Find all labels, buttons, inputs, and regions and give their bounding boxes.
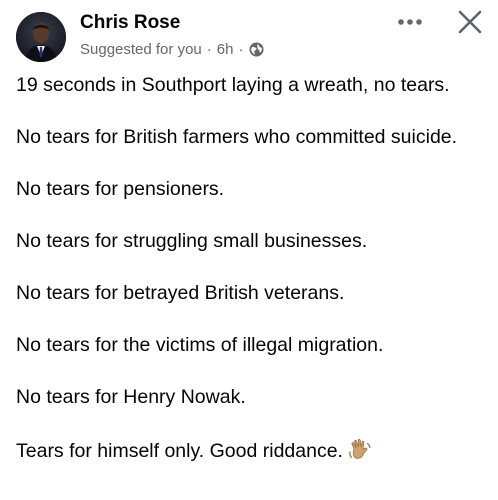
post-paragraph: No tears for betrayed British veterans. (16, 282, 345, 304)
post-text: 19 seconds in Southport laying a wreath,… (16, 73, 486, 491)
globe-icon (249, 41, 264, 57)
author-name[interactable]: Chris Rose (80, 11, 180, 35)
post-timestamp[interactable]: 6h (217, 41, 234, 58)
post-paragraph: Tears for himself only. Good riddance. (16, 440, 343, 462)
post-paragraph: No tears for Henry Nowak. (16, 386, 246, 408)
close-icon[interactable] (450, 4, 490, 40)
post-paragraph-final: Tears for himself only. Good riddance. (16, 437, 486, 464)
waving-hand-emoji (347, 437, 373, 463)
avatar[interactable] (16, 12, 66, 62)
post-paragraph: No tears for British farmers who committ… (16, 126, 458, 148)
meta-separator: · (206, 40, 212, 58)
suggested-label: Suggested for you (80, 40, 202, 58)
more-options-icon[interactable] (392, 10, 428, 34)
post-meta: Suggested for you · 6h · (80, 39, 264, 59)
post-paragraph: 19 seconds in Southport laying a wreath,… (16, 74, 450, 96)
post-header: Chris Rose Suggested for you · 6h · (0, 0, 498, 66)
post-paragraph: No tears for struggling small businesses… (16, 230, 368, 252)
post-paragraph: No tears for pensioners. (16, 178, 225, 200)
meta-separator: · (238, 40, 244, 58)
post-paragraph: No tears for the victims of illegal migr… (16, 334, 384, 356)
